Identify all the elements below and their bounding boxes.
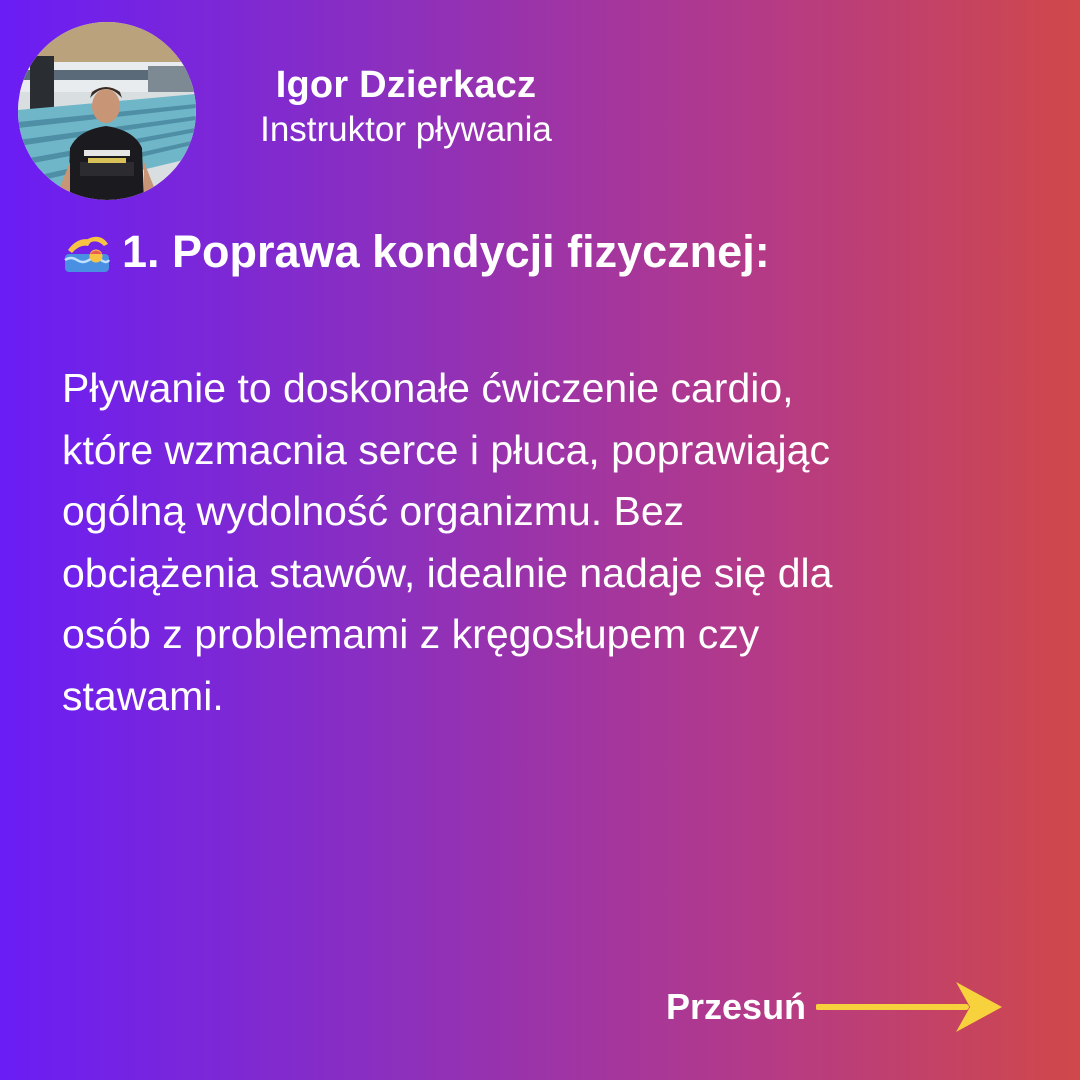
- slide: Igor Dzierkacz Instruktor pływania 1. Po…: [0, 0, 1080, 1080]
- author-block: Igor Dzierkacz Instruktor pływania: [216, 64, 596, 150]
- arrow-right-icon: [816, 982, 1003, 1032]
- heading-text: 1. Poprawa kondycji fizycznej:: [122, 225, 770, 277]
- author-role: Instruktor pływania: [260, 109, 552, 149]
- author-name: Igor Dzierkacz: [275, 64, 537, 106]
- swipe-label: Przesuń: [666, 986, 807, 1027]
- body-line: które wzmacnia serce i płuca, poprawiają…: [62, 426, 830, 473]
- swimmer-emoji-icon: [64, 236, 111, 272]
- body-line: stawami.: [62, 672, 224, 719]
- avatar-photo-icon: [18, 22, 196, 200]
- body-line: osób z problemami z kręgosłupem czy: [62, 611, 760, 657]
- swipe-next-button[interactable]: Przesuń: [666, 980, 1004, 1034]
- body-paragraph: Pływanie to doskonałe ćwiczenie cardio, …: [62, 358, 1002, 727]
- body-line: Pływanie to doskonałe ćwiczenie cardio,: [62, 365, 794, 411]
- avatar: [18, 22, 196, 200]
- body-line: obciążenia stawów, idealnie nadaje się d…: [62, 549, 833, 596]
- section-heading: 1. Poprawa kondycji fizycznej:: [62, 226, 770, 276]
- body-line: ogólną wydolność organizmu. Bez: [62, 488, 685, 534]
